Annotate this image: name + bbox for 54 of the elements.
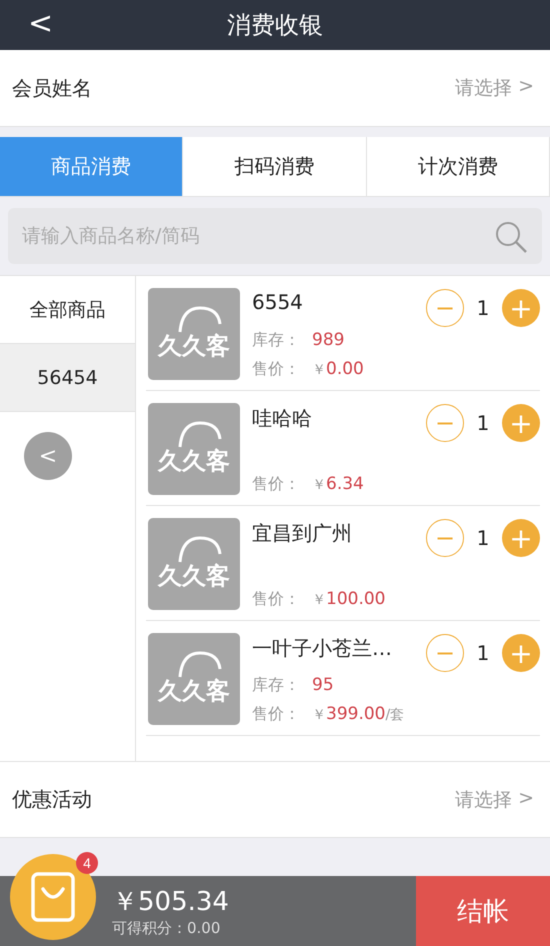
- increase-button[interactable]: +: [502, 289, 540, 327]
- product-thumbnail: 久久客: [148, 403, 240, 495]
- page-title: 消费收银: [227, 10, 323, 41]
- price-unit: /套: [385, 706, 404, 724]
- increase-button[interactable]: +: [502, 634, 540, 672]
- back-button[interactable]: <: [22, 4, 60, 44]
- quantity: 1: [476, 411, 490, 435]
- price-label: 售价：: [252, 704, 301, 725]
- price-label: 售价：: [252, 589, 301, 610]
- stock-value: 95: [312, 675, 334, 695]
- currency-sign: ￥: [312, 476, 326, 494]
- decrease-button[interactable]: −: [426, 519, 464, 557]
- price-value: 399.00: [326, 704, 386, 724]
- currency-sign: ￥: [312, 591, 326, 609]
- decrease-button[interactable]: −: [426, 634, 464, 672]
- product-thumbnail: 久久客: [148, 633, 240, 725]
- total-amount: ￥505.34: [112, 886, 230, 919]
- increase-button[interactable]: +: [502, 404, 540, 442]
- product-name: 一叶子小苍兰…: [252, 635, 393, 662]
- points-label: 可得积分：: [112, 919, 187, 938]
- product-thumbnail: 久久客: [148, 518, 240, 610]
- increase-button[interactable]: +: [502, 519, 540, 557]
- member-picker[interactable]: 请选择 >: [455, 75, 534, 101]
- promotion-label: 优惠活动: [12, 786, 92, 813]
- price-label: 售价：: [252, 474, 301, 495]
- search-icon: [494, 220, 528, 254]
- price-label: 售价：: [252, 359, 301, 380]
- product-name: 6554: [252, 290, 304, 314]
- price-value: 100.00: [326, 589, 386, 609]
- stock-value: 989: [312, 330, 344, 350]
- tab[interactable]: 商品消费: [0, 137, 184, 196]
- price-value: 6.34: [326, 474, 364, 494]
- checkout-button[interactable]: 结帐: [416, 876, 550, 946]
- points-value: 0.00: [187, 919, 220, 938]
- stock-label: 库存：: [252, 330, 301, 351]
- decrease-button[interactable]: −: [426, 289, 464, 327]
- currency-sign: ￥: [312, 706, 326, 724]
- stock-label: 库存：: [252, 675, 301, 696]
- category-item[interactable]: 56454: [0, 344, 135, 412]
- shopping-bag-icon: [30, 871, 76, 923]
- product-thumbnail: 久久客: [148, 288, 240, 380]
- search-field[interactable]: 请输入商品名称/简码: [8, 208, 542, 264]
- quantity: 1: [476, 641, 490, 665]
- quantity: 1: [476, 526, 490, 550]
- promotion-picker[interactable]: 请选择 >: [455, 786, 534, 812]
- currency-sign: ￥: [312, 361, 326, 379]
- product-name: 哇哈哈: [252, 405, 313, 432]
- product-name: 宜昌到广州: [252, 520, 353, 547]
- cart-count-badge: 4: [76, 852, 98, 874]
- decrease-button[interactable]: −: [426, 404, 464, 442]
- quantity: 1: [476, 296, 490, 320]
- member-label: 会员姓名: [12, 74, 92, 102]
- price-value: 0.00: [326, 359, 364, 379]
- collapse-button[interactable]: <: [24, 432, 72, 480]
